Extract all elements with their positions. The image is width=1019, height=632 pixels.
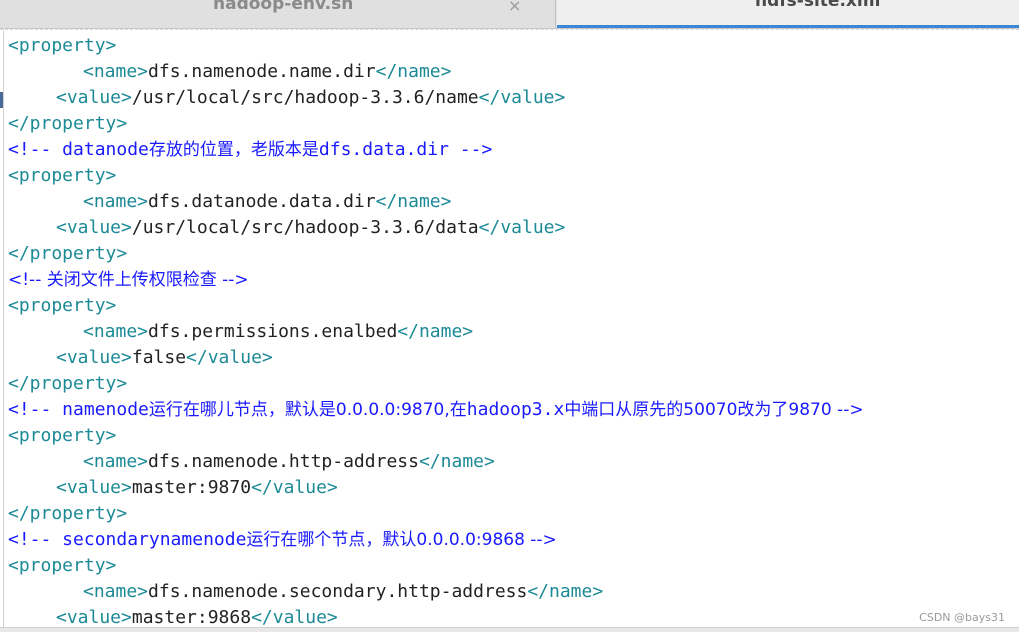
xml-tag: <name> <box>83 191 149 212</box>
xml-tag: </property> <box>8 113 128 134</box>
xml-comment: <!-- 关闭文件上传权限检查 --> <box>8 270 249 290</box>
xml-tag: <property> <box>8 555 117 576</box>
xml-tag: <value> <box>56 347 132 368</box>
code-line: </property> <box>8 241 864 267</box>
xml-comment: <!-- datanode <box>8 139 149 160</box>
xml-tag: </property> <box>8 373 128 394</box>
code-line: <value>/usr/local/src/hadoop-3.3.6/data<… <box>8 215 864 241</box>
watermark-text: CSDN @bays31 <box>919 611 1005 624</box>
tab-hdfs-site[interactable]: hdfs-site.xml <box>557 0 1019 28</box>
xml-tag: </name> <box>375 191 452 212</box>
xml-text: dfs.namenode.http-address <box>148 451 419 472</box>
xml-text: master:9868 <box>131 607 252 628</box>
code-line: <name>dfs.datanode.data.dir</name> <box>8 189 864 215</box>
xml-text: dfs.permissions.enalbed <box>148 321 398 342</box>
status-edge <box>0 627 1019 632</box>
xml-comment: hadoop3.x <box>466 399 565 420</box>
tab-bar: hadoop-env.sh × hdfs-site.xml <box>0 0 1019 29</box>
code-line: <property> <box>8 163 864 189</box>
xml-text: /usr/local/src/hadoop-3.3.6/name <box>131 87 479 108</box>
code-lines: <property> <name>dfs.namenode.name.dir</n… <box>8 33 864 631</box>
xml-tag: </name> <box>375 61 452 82</box>
code-line-comment: <!-- namenode运行在哪儿节点，默认是0.0.0.0:9870,在ha… <box>8 397 864 423</box>
code-line: <name>dfs.permissions.enalbed</name> <box>8 319 864 345</box>
code-line-comment: <!-- secondarynamenode运行在哪个节点，默认0.0.0.0:… <box>8 527 864 553</box>
xml-tag: <property> <box>8 295 117 316</box>
tab-label: hadoop-env.sh <box>213 0 354 14</box>
gutter-divider <box>3 30 4 632</box>
code-line: </property> <box>8 371 864 397</box>
xml-text: dfs.datanode.data.dir <box>148 191 376 212</box>
xml-comment: <!-- namenode <box>8 399 149 420</box>
xml-tag: <value> <box>56 87 132 108</box>
xml-tag: <property> <box>8 425 117 446</box>
xml-tag: <name> <box>83 321 149 342</box>
xml-tag: </value> <box>251 607 338 628</box>
xml-tag: </value> <box>186 347 273 368</box>
code-line: <property> <box>8 553 864 579</box>
code-line: <value>master:9870</value> <box>8 475 864 501</box>
code-line: <name>dfs.namenode.name.dir</name> <box>8 59 864 85</box>
code-editor[interactable]: <property> <name>dfs.namenode.name.dir</n… <box>0 29 1019 632</box>
tab-hadoop-env[interactable]: hadoop-env.sh × <box>0 0 556 28</box>
xml-tag: </value> <box>478 87 566 108</box>
code-line: <property> <box>8 33 864 59</box>
code-line: </property> <box>8 501 864 527</box>
code-line: <property> <box>8 293 864 319</box>
xml-tag: <name> <box>83 581 149 602</box>
xml-tag: </value> <box>251 477 338 498</box>
xml-tag: </property> <box>8 503 128 524</box>
xml-text: dfs.namenode.name.dir <box>148 61 376 82</box>
xml-tag: </name> <box>418 451 495 472</box>
code-line-comment: <!-- datanode存放的位置，老版本是dfs.data.dir --> <box>8 137 864 163</box>
xml-tag: <value> <box>56 477 132 498</box>
xml-tag: </property> <box>8 243 128 264</box>
xml-tag: <name> <box>83 451 149 472</box>
text-editor-window: hadoop-env.sh × hdfs-site.xml <property>… <box>0 0 1019 632</box>
xml-tag: <value> <box>56 607 132 628</box>
xml-comment: 中端口从原先的50070改为了9870 --> <box>564 400 864 420</box>
xml-text: false <box>131 347 187 368</box>
xml-comment: dfs.data.dir --> <box>318 139 493 160</box>
xml-comment: <!-- secondarynamenode <box>8 529 247 550</box>
xml-tag: <property> <box>8 165 117 186</box>
xml-comment: 运行在哪儿节点，默认是0.0.0.0:9870,在 <box>148 400 467 420</box>
xml-comment: 运行在哪个节点，默认0.0.0.0:9868 --> <box>246 530 557 550</box>
code-line: <value>false</value> <box>8 345 864 371</box>
xml-comment: 存放的位置，老版本是 <box>148 140 319 160</box>
code-line: <property> <box>8 423 864 449</box>
gutter-marker <box>0 92 3 108</box>
xml-text: /usr/local/src/hadoop-3.3.6/data <box>131 217 479 238</box>
xml-tag: <value> <box>56 217 132 238</box>
xml-text: dfs.namenode.secondary.http-address <box>148 581 528 602</box>
code-line: <name>dfs.namenode.secondary.http-addres… <box>8 579 864 605</box>
xml-tag: <name> <box>83 61 149 82</box>
code-line: <value>/usr/local/src/hadoop-3.3.6/name<… <box>8 85 864 111</box>
code-line-comment: <!-- 关闭文件上传权限检查 --> <box>8 267 864 293</box>
xml-tag: <property> <box>8 35 117 56</box>
xml-tag: </name> <box>397 321 474 342</box>
tab-label: hdfs-site.xml <box>755 0 881 11</box>
code-line: </property> <box>8 111 864 137</box>
xml-text: master:9870 <box>131 477 252 498</box>
xml-tag: </value> <box>478 217 566 238</box>
close-icon[interactable]: × <box>508 0 521 15</box>
xml-tag: </name> <box>527 581 604 602</box>
code-line: <name>dfs.namenode.http-address</name> <box>8 449 864 475</box>
